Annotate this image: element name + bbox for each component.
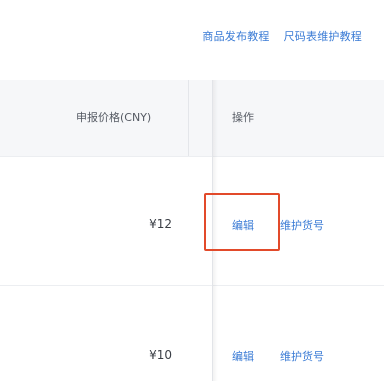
price-cell: ¥10 [149,348,172,362]
edit-link[interactable]: 编辑 [232,348,254,364]
fixed-column-border [212,80,213,381]
table-row: ¥12 编辑 维护货号 [0,157,384,286]
table-header: 申报价格(CNY) 操作 [0,80,384,157]
row-actions: 编辑 维护货号 [232,217,324,233]
product-list-page: 商品发布教程 尺码表维护教程 申报价格(CNY) 操作 ¥12 编辑 维护货号 … [0,0,384,381]
maintain-sku-link[interactable]: 维护货号 [280,217,324,233]
size-table-maintenance-tutorial-link[interactable]: 尺码表维护教程 [284,28,362,44]
actions-column-header: 操作 [232,111,254,124]
price-cell: ¥12 [149,217,172,231]
product-publish-tutorial-link[interactable]: 商品发布教程 [202,28,269,44]
maintain-sku-link[interactable]: 维护货号 [280,348,324,364]
table-row: ¥10 编辑 维护货号 [0,286,384,381]
edit-link[interactable]: 编辑 [232,217,254,233]
row-actions: 编辑 维护货号 [232,348,324,364]
price-column-header: 申报价格(CNY) [76,111,152,124]
column-divider [188,80,189,156]
product-table: 申报价格(CNY) 操作 ¥12 编辑 维护货号 ¥10 编辑 维护货号 [0,80,384,381]
help-links: 商品发布教程 尺码表维护教程 [202,28,362,44]
